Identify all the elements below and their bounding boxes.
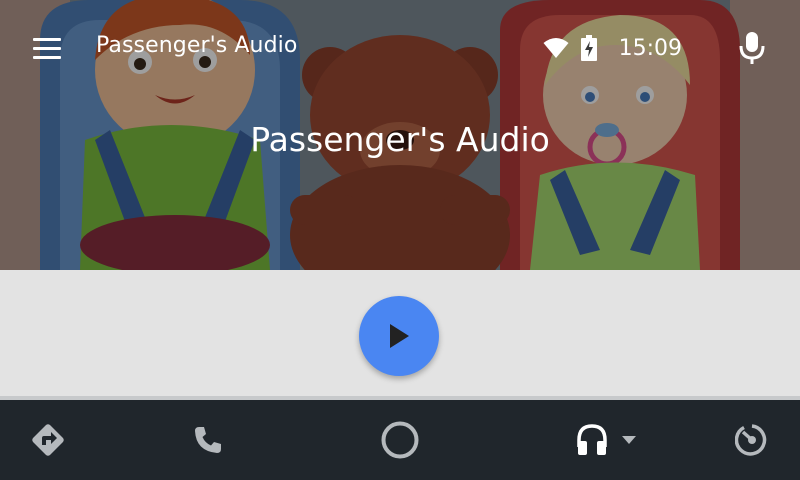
status-bar: 15:09 — [543, 34, 682, 62]
home-circle-icon — [381, 421, 419, 459]
menu-line — [33, 46, 61, 50]
menu-line — [33, 55, 61, 59]
wifi-icon — [543, 38, 569, 58]
nav-audio-button[interactable] — [566, 400, 646, 480]
nav-car-button[interactable] — [724, 400, 780, 480]
navigation-arrow-icon — [32, 424, 64, 456]
app-bar: Passenger's Audio 15:09 — [0, 0, 800, 96]
bottom-navigation-bar — [0, 400, 800, 480]
phone-icon — [195, 427, 221, 453]
microphone-icon[interactable] — [738, 30, 766, 66]
now-playing-title: Passenger's Audio — [250, 120, 550, 159]
headphones-icon — [577, 424, 607, 455]
menu-line — [33, 37, 61, 41]
nav-phone-button[interactable] — [180, 400, 236, 480]
play-icon — [390, 324, 409, 348]
battery-charging-icon — [580, 35, 597, 61]
gauge-icon — [735, 424, 767, 456]
status-time: 15:09 — [618, 35, 682, 61]
menu-button[interactable] — [26, 30, 70, 66]
chevron-down-icon — [622, 436, 636, 444]
app-title: Passenger's Audio — [96, 33, 298, 58]
nav-navigation-button[interactable] — [20, 400, 76, 480]
nav-home-button[interactable] — [370, 400, 430, 480]
play-button[interactable] — [359, 296, 439, 376]
